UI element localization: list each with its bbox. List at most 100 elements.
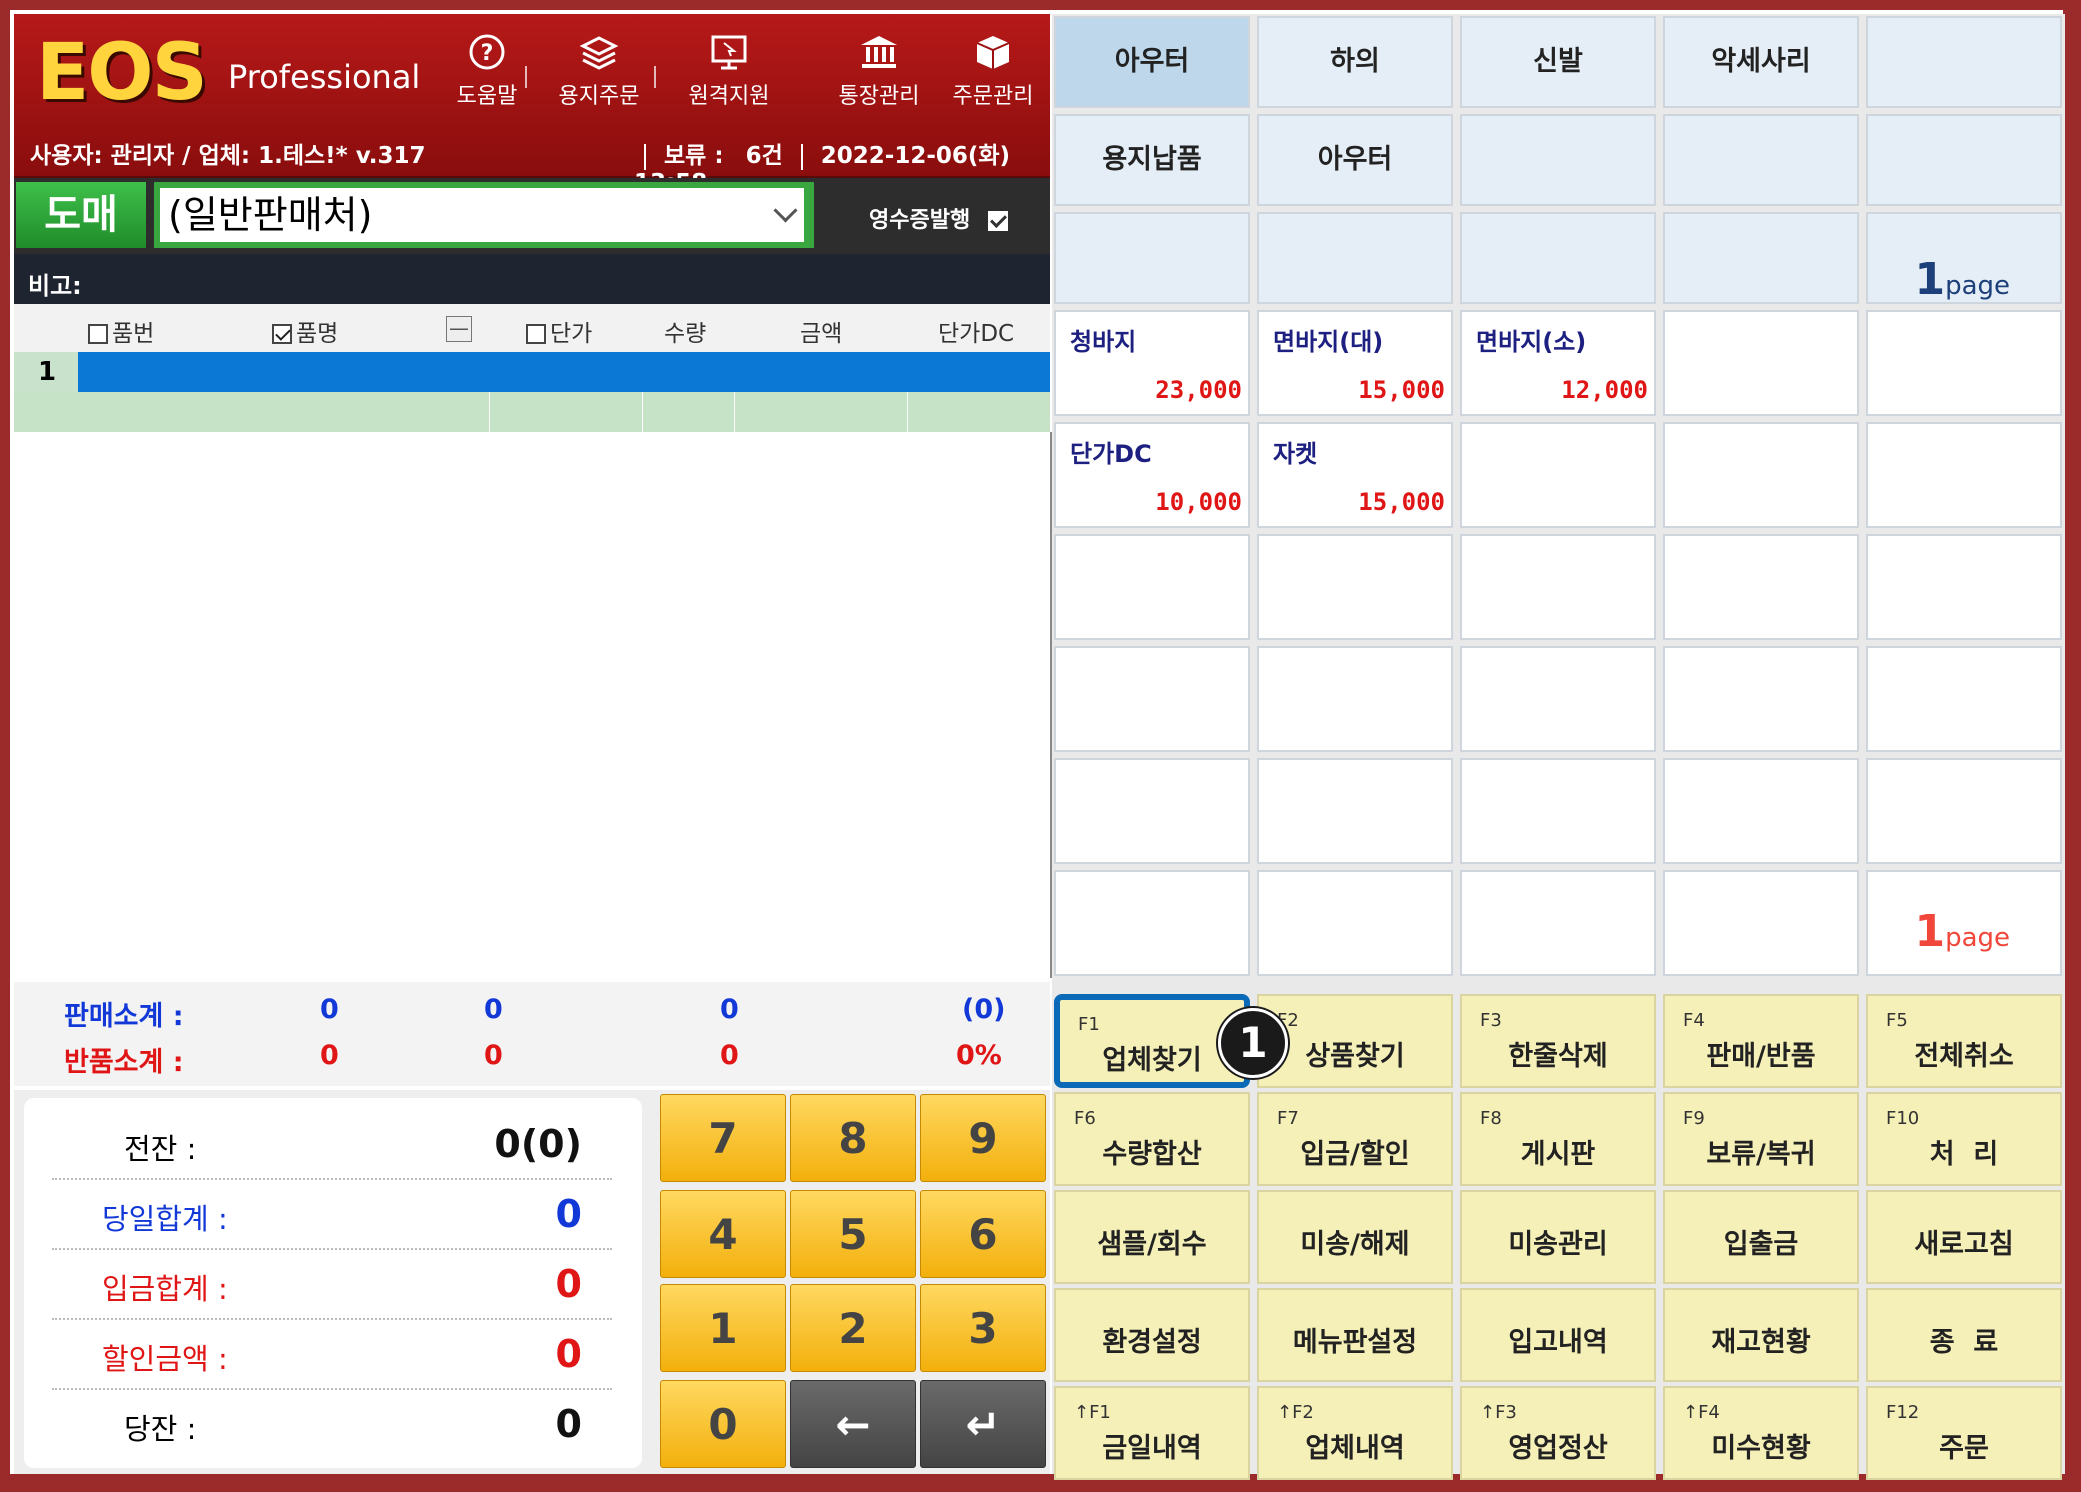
toolbar-bank-button[interactable]: 통장관리 xyxy=(824,32,934,110)
product-empty[interactable] xyxy=(1460,534,1656,640)
toolbar-remote-support-button[interactable]: 원격지원 xyxy=(674,32,784,110)
category-empty[interactable] xyxy=(1866,114,2062,206)
product-empty[interactable] xyxy=(1866,758,2062,864)
category-empty[interactable] xyxy=(1460,212,1656,304)
product-empty[interactable] xyxy=(1054,646,1250,752)
col-item-no[interactable]: 품번 xyxy=(88,314,154,348)
table-row-selected[interactable] xyxy=(78,352,1050,392)
settings-button[interactable]: 환경설정 xyxy=(1054,1288,1250,1382)
key-1[interactable]: 1 xyxy=(660,1284,786,1372)
menu-board-settings-button[interactable]: 메뉴판설정 xyxy=(1257,1288,1453,1382)
sample-return-button[interactable]: 샘플/회수 xyxy=(1054,1190,1250,1284)
product-empty[interactable] xyxy=(1460,646,1656,752)
item-name-checkbox[interactable] xyxy=(272,324,292,344)
memo-bar[interactable]: 비고: xyxy=(14,254,1050,304)
product-empty[interactable] xyxy=(1663,758,1859,864)
sale-table-body[interactable] xyxy=(14,432,1052,978)
category-empty[interactable] xyxy=(1663,212,1859,304)
product-button[interactable]: 청바지 23,000 xyxy=(1054,310,1250,416)
product-empty[interactable] xyxy=(1054,758,1250,864)
product-empty[interactable] xyxy=(1866,422,2062,528)
hold-count[interactable]: 6건 xyxy=(746,143,783,169)
col-item-name[interactable]: 품명 xyxy=(272,314,338,348)
receiving-history-button[interactable]: 입고내역 xyxy=(1460,1288,1656,1382)
key-7[interactable]: 7 xyxy=(660,1094,786,1182)
product-empty[interactable] xyxy=(1866,534,2062,640)
wholesale-button[interactable]: 도매 xyxy=(16,182,146,248)
category-page-button[interactable]: 1page xyxy=(1866,212,2062,304)
category-empty[interactable] xyxy=(1663,114,1859,206)
product-empty[interactable] xyxy=(1663,422,1859,528)
key-9[interactable]: 9 xyxy=(920,1094,1046,1182)
category-empty[interactable] xyxy=(1257,212,1453,304)
key-2[interactable]: 2 xyxy=(790,1284,916,1372)
key-0[interactable]: 0 xyxy=(660,1380,786,1468)
hold-restore-button[interactable]: F9 보류/복귀 xyxy=(1663,1092,1859,1186)
unsent-manage-button[interactable]: 미송관리 xyxy=(1460,1190,1656,1284)
sale-return-button[interactable]: F4 판매/반품 xyxy=(1663,994,1859,1088)
product-empty[interactable] xyxy=(1257,646,1453,752)
product-button[interactable]: 면바지(대) 15,000 xyxy=(1257,310,1453,416)
cash-in-out-button[interactable]: 입출금 xyxy=(1663,1190,1859,1284)
product-empty[interactable] xyxy=(1257,870,1453,976)
category-empty[interactable] xyxy=(1054,212,1250,304)
product-empty[interactable] xyxy=(1663,534,1859,640)
product-empty[interactable] xyxy=(1054,534,1250,640)
customer-select[interactable]: (일반판매처) xyxy=(160,188,804,242)
key-4[interactable]: 4 xyxy=(660,1190,786,1278)
product-empty[interactable] xyxy=(1257,534,1453,640)
category-bottoms[interactable]: 하의 xyxy=(1257,16,1453,108)
process-button[interactable]: F10 처 리 xyxy=(1866,1092,2062,1186)
product-empty[interactable] xyxy=(1866,646,2062,752)
refresh-button[interactable]: 새로고침 xyxy=(1866,1190,2062,1284)
table-row[interactable] xyxy=(14,392,1050,432)
exit-button[interactable]: 종 료 xyxy=(1866,1288,2062,1382)
customer-history-button[interactable]: ↑F2 업체내역 xyxy=(1257,1386,1453,1480)
toolbar-order-manage-button[interactable]: 주문관리 xyxy=(938,32,1048,110)
today-history-button[interactable]: ↑F1 금일내역 xyxy=(1054,1386,1250,1480)
sum-qty-button[interactable]: F6 수량합산 xyxy=(1054,1092,1250,1186)
receivables-button[interactable]: ↑F4 미수현황 xyxy=(1663,1386,1859,1480)
delete-line-button[interactable]: F3 한줄삭제 xyxy=(1460,994,1656,1088)
col-unit-price[interactable]: 단가 xyxy=(526,314,592,348)
stock-status-button[interactable]: 재고현황 xyxy=(1663,1288,1859,1382)
row-number[interactable]: 1 xyxy=(14,352,78,392)
receipt-checkbox[interactable] xyxy=(987,211,1008,231)
order-button[interactable]: F12 주문 xyxy=(1866,1386,2062,1480)
cancel-all-button[interactable]: F5 전체취소 xyxy=(1866,994,2062,1088)
product-button[interactable]: 단가DC 10,000 xyxy=(1054,422,1250,528)
product-page-button[interactable]: 1page xyxy=(1866,870,2062,976)
sales-settlement-button[interactable]: ↑F3 영업정산 xyxy=(1460,1386,1656,1480)
enter-icon[interactable]: ↵ xyxy=(920,1380,1046,1468)
board-button[interactable]: F8 게시판 xyxy=(1460,1092,1656,1186)
unsent-release-button[interactable]: 미송/해제 xyxy=(1257,1190,1453,1284)
product-empty[interactable] xyxy=(1663,310,1859,416)
product-empty[interactable] xyxy=(1460,870,1656,976)
unit-price-checkbox[interactable] xyxy=(526,324,546,344)
item-no-checkbox[interactable] xyxy=(88,324,108,344)
deposit-discount-button[interactable]: F7 입금/할인 xyxy=(1257,1092,1453,1186)
product-empty[interactable] xyxy=(1460,758,1656,864)
product-empty[interactable] xyxy=(1054,870,1250,976)
category-paper-supply[interactable]: 용지납품 xyxy=(1054,114,1250,206)
key-6[interactable]: 6 xyxy=(920,1190,1046,1278)
product-empty[interactable] xyxy=(1663,646,1859,752)
receipt-toggle[interactable]: 영수증발행 xyxy=(869,202,1008,234)
product-empty[interactable] xyxy=(1866,310,2062,416)
category-shoes[interactable]: 신발 xyxy=(1460,16,1656,108)
product-button[interactable]: 자켓 15,000 xyxy=(1257,422,1453,528)
category-accessories[interactable]: 악세사리 xyxy=(1663,16,1859,108)
category-empty[interactable] xyxy=(1460,114,1656,206)
key-3[interactable]: 3 xyxy=(920,1284,1046,1372)
key-5[interactable]: 5 xyxy=(790,1190,916,1278)
category-outer-2[interactable]: 아우터 xyxy=(1257,114,1453,206)
collapse-button[interactable]: — xyxy=(446,315,472,342)
product-empty[interactable] xyxy=(1460,422,1656,528)
backspace-icon[interactable]: ← xyxy=(790,1380,916,1468)
key-8[interactable]: 8 xyxy=(790,1094,916,1182)
product-button[interactable]: 면바지(소) 12,000 xyxy=(1460,310,1656,416)
category-empty[interactable] xyxy=(1866,16,2062,108)
toolbar-paper-order-button[interactable]: 용지주문 xyxy=(544,32,654,110)
product-empty[interactable] xyxy=(1257,758,1453,864)
product-empty[interactable] xyxy=(1663,870,1859,976)
